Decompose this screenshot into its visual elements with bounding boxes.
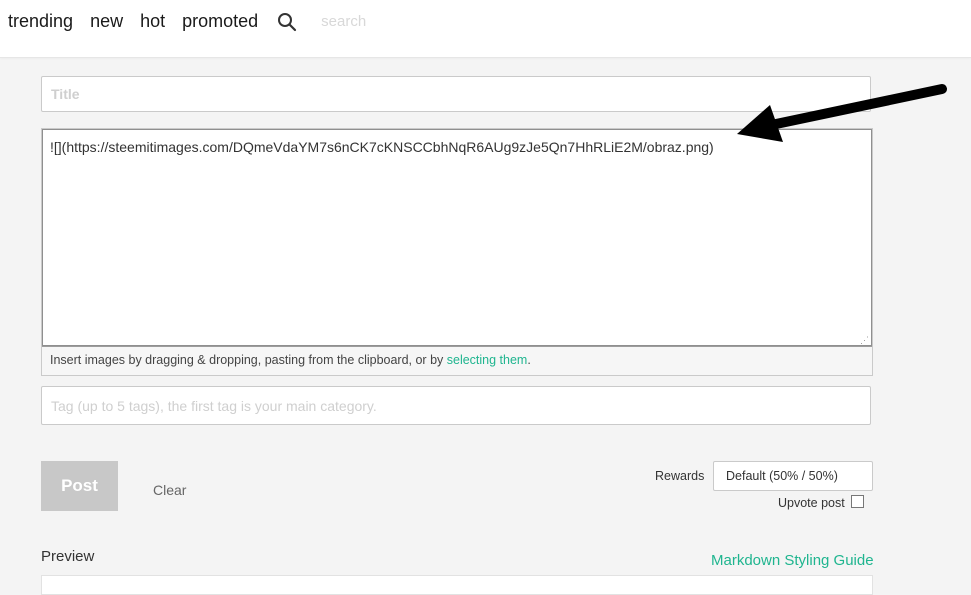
rewards-label: Rewards — [655, 469, 705, 483]
editor-help-end: . — [527, 353, 531, 367]
tags-input[interactable] — [42, 387, 870, 424]
search-input[interactable] — [321, 12, 522, 30]
title-input[interactable] — [42, 77, 870, 111]
main-nav: trending new hot promoted — [8, 10, 522, 32]
rewards-select[interactable]: Default (50% / 50%) — [713, 461, 873, 491]
preview-title: Preview — [41, 548, 95, 565]
upvote-toggle[interactable]: Upvote post — [778, 494, 864, 510]
upvote-checkbox[interactable] — [850, 494, 864, 508]
markdown-guide-link[interactable]: Markdown Styling Guide — [711, 552, 874, 569]
nav-promoted[interactable]: promoted — [182, 10, 258, 32]
post-body-textarea[interactable]: ![](https://steemitimages.com/DQmeVdaYM7… — [42, 129, 872, 347]
resize-handle-icon[interactable]: ⋰ — [860, 336, 869, 345]
select-images-link[interactable]: selecting them — [447, 353, 528, 367]
preview-box — [41, 575, 873, 595]
nav-new[interactable]: new — [90, 10, 123, 32]
post-button[interactable]: Post — [41, 461, 118, 511]
nav-hot[interactable]: hot — [140, 10, 165, 32]
title-field[interactable] — [41, 76, 871, 112]
search-icon[interactable] — [277, 12, 297, 32]
tags-field[interactable] — [41, 386, 871, 425]
upvote-label: Upvote post — [778, 496, 845, 510]
clear-button[interactable]: Clear — [153, 482, 186, 498]
editor-help-label: Insert images by dragging & dropping, pa… — [50, 353, 447, 367]
nav-trending[interactable]: trending — [8, 10, 73, 32]
post-editor: ![](https://steemitimages.com/DQmeVdaYM7… — [41, 128, 873, 376]
top-bar: trending new hot promoted — [0, 0, 971, 58]
editor-help-text: Insert images by dragging & dropping, pa… — [42, 347, 872, 375]
